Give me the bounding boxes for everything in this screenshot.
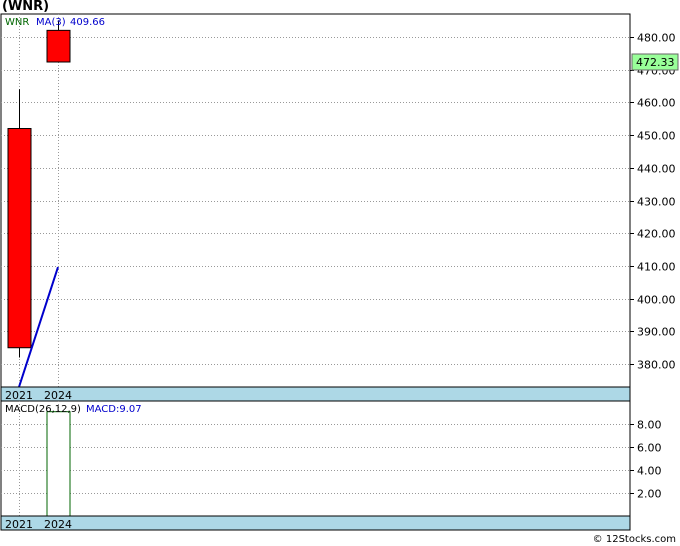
copyright-text: © 12Stocks.com (592, 534, 676, 545)
ma-value-label: 409.66 (70, 17, 105, 28)
macd-plot-area (0, 400, 631, 517)
macd-x-tick-label: 2021 (5, 518, 33, 531)
macd-label: MACD(26,12,9) (5, 404, 81, 415)
y-tick-label: 420.00 (637, 228, 676, 241)
y-tick-label: 480.00 (637, 32, 676, 45)
y-tick-label: 460.00 (637, 97, 676, 110)
y-tick-label: 380.00 (637, 359, 676, 372)
last-price-label: 472.33 (636, 56, 675, 69)
y-tick-label: 430.00 (637, 196, 676, 209)
candle-body (7, 128, 32, 349)
ma-label: MA(3) (36, 17, 66, 28)
macd-bar (46, 411, 71, 517)
macd-x-axis-band (0, 515, 631, 531)
macd-y-tick-label: 2.00 (637, 488, 662, 501)
macd-x-tick-label: 2024 (44, 518, 72, 531)
y-tick-label: 390.00 (637, 326, 676, 339)
macd-y-tick-label: 6.00 (637, 442, 662, 455)
macd-y-tick-label: 8.00 (637, 419, 662, 432)
x-tick-label: 2021 (5, 389, 33, 402)
stock-chart: 380.00 390.00 400.00 410.00 420.00 430.00 440.… (0, 13, 679, 531)
macd-y-tick-label: 4.00 (637, 465, 662, 478)
x-axis-band (0, 386, 631, 402)
y-tick-label: 440.00 (637, 163, 676, 176)
macd-value-label: MACD:9.07 (86, 404, 142, 415)
y-tick-label: 400.00 (637, 294, 676, 307)
y-tick-label: 450.00 (637, 130, 676, 143)
ticker-label: WNR (5, 17, 29, 28)
y-tick-label: 410.00 (637, 261, 676, 274)
x-tick-label: 2024 (44, 389, 72, 402)
candle-body (46, 29, 71, 63)
